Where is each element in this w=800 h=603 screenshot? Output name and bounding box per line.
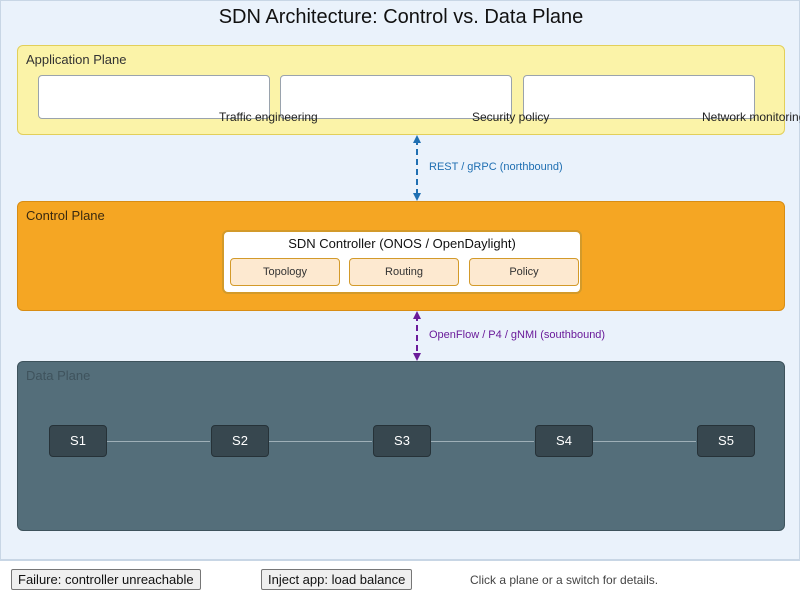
link-s3-s4 [430, 441, 534, 442]
module-routing[interactable]: Routing [349, 258, 459, 286]
northbound-label: REST / gRPC (northbound) [429, 161, 563, 173]
hint-text: Click a plane or a switch for details. [470, 573, 659, 587]
control-plane[interactable]: Control Plane SDN Controller (ONOS / Ope… [17, 201, 785, 311]
switch-s3[interactable]: S3 [373, 425, 431, 457]
data-plane[interactable]: Data Plane S1 S2 S3 S4 S5 [17, 361, 785, 531]
control-plane-label: Control Plane [26, 208, 105, 223]
failure-button[interactable]: Failure: controller unreachable [11, 569, 201, 590]
switch-s5[interactable]: S5 [697, 425, 755, 457]
inject-app-button[interactable]: Inject app: load balance [261, 569, 413, 590]
controller-title: SDN Controller (ONOS / OpenDaylight) [288, 236, 516, 251]
switch-s4[interactable]: S4 [535, 425, 593, 457]
sdn-controller[interactable]: SDN Controller (ONOS / OpenDaylight) Top… [222, 230, 582, 294]
control-bar: Failure: controller unreachable Inject a… [0, 560, 800, 603]
module-topology[interactable]: Topology [230, 258, 340, 286]
data-plane-label: Data Plane [26, 368, 91, 383]
diagram-canvas: SDN Architecture: Control vs. Data Plane… [0, 0, 800, 560]
link-s1-s2 [106, 441, 210, 442]
module-policy[interactable]: Policy [469, 258, 579, 286]
southbound-label: OpenFlow / P4 / gNMI (southbound) [429, 329, 606, 341]
link-s2-s3 [268, 441, 372, 442]
link-s4-s5 [592, 441, 696, 442]
switch-s2[interactable]: S2 [211, 425, 269, 457]
switch-s1[interactable]: S1 [49, 425, 107, 457]
